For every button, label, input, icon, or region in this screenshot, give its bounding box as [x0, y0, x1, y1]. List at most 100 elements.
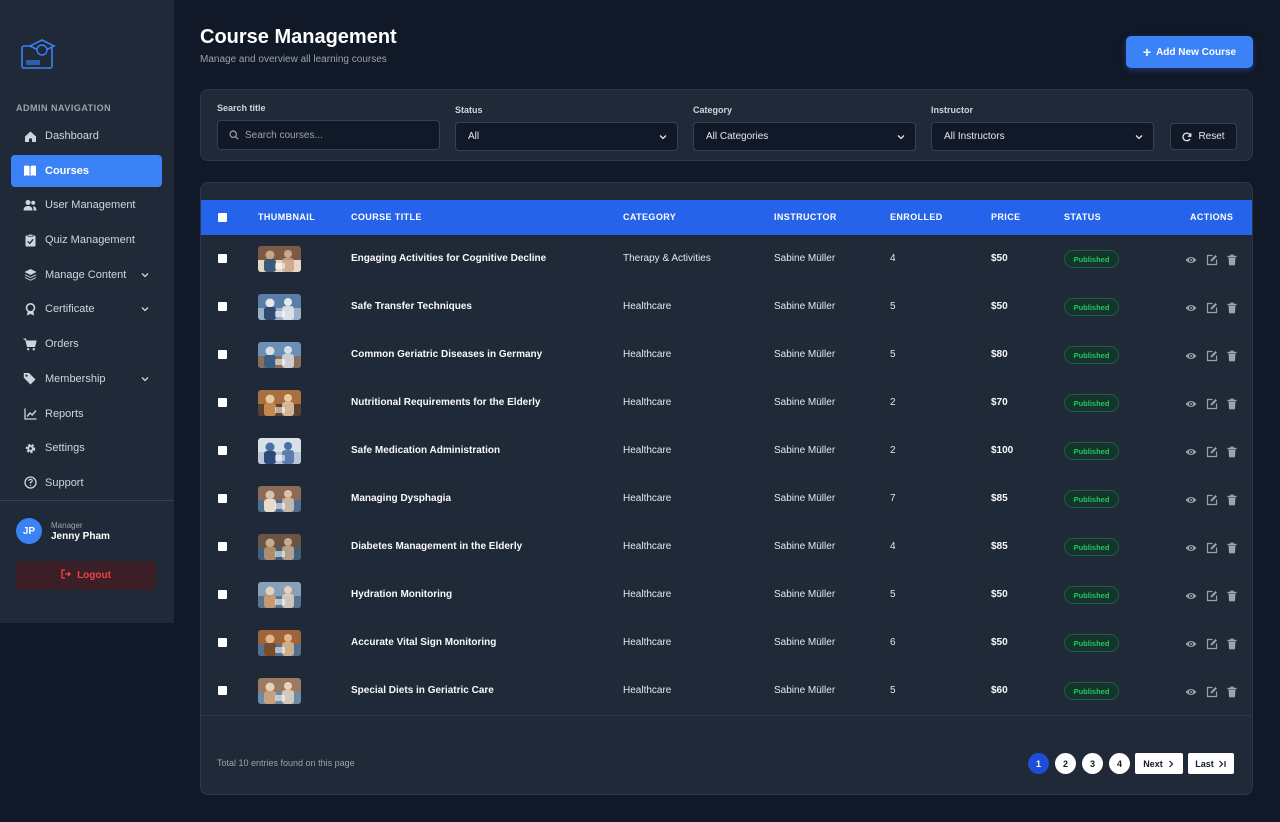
edit-icon[interactable] [1206, 541, 1218, 554]
row-checkbox[interactable] [218, 254, 227, 263]
course-title[interactable]: Engaging Activities for Cognitive Declin… [351, 235, 546, 283]
chevron-down-icon[interactable] [140, 304, 150, 314]
page-button-4[interactable]: 4 [1109, 753, 1130, 774]
select-all-checkbox[interactable] [218, 213, 227, 222]
course-thumbnail [258, 390, 301, 416]
column-header-instructor[interactable]: INSTRUCTOR [774, 200, 837, 235]
course-title[interactable]: Common Geriatric Diseases in Germany [351, 331, 542, 379]
edit-icon[interactable] [1206, 445, 1218, 458]
edit-icon[interactable] [1206, 301, 1218, 314]
sidebar-item-support[interactable]: Support [11, 467, 162, 499]
status-select-value: All [468, 131, 480, 142]
sidebar-item-certificate[interactable]: Certificate [11, 293, 162, 325]
eye-icon[interactable] [1185, 301, 1197, 313]
trash-icon[interactable] [1226, 397, 1238, 410]
eye-icon[interactable] [1185, 541, 1197, 553]
logo-icon[interactable] [20, 36, 56, 72]
edit-icon[interactable] [1206, 589, 1218, 602]
chevron-down-icon[interactable] [140, 374, 150, 384]
add-new-course-button[interactable]: + Add New Course [1126, 36, 1253, 68]
last-page-button[interactable]: Last [1188, 753, 1234, 774]
status-select[interactable]: All [455, 122, 678, 151]
row-checkbox[interactable] [218, 590, 227, 599]
row-checkbox[interactable] [218, 638, 227, 647]
trash-icon[interactable] [1226, 589, 1238, 602]
eye-icon[interactable] [1185, 397, 1197, 409]
edit-icon[interactable] [1206, 637, 1218, 650]
user-name: Jenny Pham [51, 530, 110, 542]
course-title[interactable]: Special Diets in Geriatric Care [351, 667, 494, 715]
trash-icon[interactable] [1226, 541, 1238, 554]
column-header-course-title[interactable]: COURSE TITLE [351, 200, 422, 235]
row-checkbox[interactable] [218, 302, 227, 311]
trash-icon[interactable] [1226, 445, 1238, 458]
layers-icon [23, 268, 37, 282]
search-input[interactable]: Search courses... [217, 120, 440, 150]
row-checkbox[interactable] [218, 350, 227, 359]
eye-icon[interactable] [1185, 445, 1197, 457]
reset-button[interactable]: Reset [1170, 123, 1237, 150]
sidebar-item-orders[interactable]: Orders [11, 328, 162, 360]
course-title[interactable]: Nutritional Requirements for the Elderly [351, 379, 540, 427]
column-header-enrolled[interactable]: ENROLLED [890, 200, 943, 235]
course-enrolled: 5 [890, 301, 896, 312]
eye-icon[interactable] [1185, 685, 1197, 697]
eye-icon[interactable] [1185, 253, 1197, 265]
course-title[interactable]: Safe Transfer Techniques [351, 283, 472, 331]
tag-icon [23, 372, 37, 386]
column-header-price[interactable]: PRICE [991, 200, 1021, 235]
sidebar-item-user-management[interactable]: User Management [11, 189, 162, 221]
course-title[interactable]: Diabetes Management in the Elderly [351, 523, 522, 571]
row-checkbox[interactable] [218, 686, 227, 695]
edit-icon[interactable] [1206, 397, 1218, 410]
trash-icon[interactable] [1226, 493, 1238, 506]
course-title[interactable]: Managing Dysphagia [351, 475, 451, 523]
sidebar-item-quiz-management[interactable]: Quiz Management [11, 224, 162, 256]
eye-icon[interactable] [1185, 637, 1197, 649]
course-thumbnail [258, 342, 301, 368]
course-category: Healthcare [623, 397, 672, 408]
sidebar-item-manage-content[interactable]: Manage Content [11, 259, 162, 291]
eye-icon[interactable] [1185, 589, 1197, 601]
course-title[interactable]: Safe Medication Administration [351, 427, 500, 475]
course-instructor: Sabine Müller [774, 301, 836, 312]
row-checkbox[interactable] [218, 398, 227, 407]
trash-icon[interactable] [1226, 253, 1238, 266]
sidebar-item-label: Quiz Management [45, 234, 135, 247]
course-title[interactable]: Accurate Vital Sign Monitoring [351, 619, 496, 667]
trash-icon[interactable] [1226, 685, 1238, 698]
course-price: $50 [991, 637, 1008, 648]
sidebar-item-membership[interactable]: Membership [11, 363, 162, 395]
column-header-status[interactable]: STATUS [1064, 200, 1101, 235]
eye-icon[interactable] [1185, 493, 1197, 505]
trash-icon[interactable] [1226, 637, 1238, 650]
edit-icon[interactable] [1206, 493, 1218, 506]
row-checkbox[interactable] [218, 446, 227, 455]
sidebar-item-dashboard[interactable]: Dashboard [11, 120, 162, 152]
sidebar-item-reports[interactable]: Reports [11, 398, 162, 430]
instructor-select[interactable]: All Instructors [931, 122, 1154, 151]
sidebar-item-label: Orders [45, 338, 79, 351]
trash-icon[interactable] [1226, 349, 1238, 362]
page-button-3[interactable]: 3 [1082, 753, 1103, 774]
edit-icon[interactable] [1206, 349, 1218, 362]
next-page-button[interactable]: Next [1135, 753, 1183, 774]
category-select[interactable]: All Categories [693, 122, 916, 151]
sidebar-item-settings[interactable]: Settings [11, 432, 162, 464]
row-checkbox[interactable] [218, 542, 227, 551]
column-header-category[interactable]: CATEGORY [623, 200, 676, 235]
edit-icon[interactable] [1206, 253, 1218, 266]
trash-icon[interactable] [1226, 301, 1238, 314]
sidebar-item-courses[interactable]: Courses [11, 154, 162, 187]
page-button-1[interactable]: 1 [1028, 753, 1049, 774]
logout-label: Logout [77, 570, 111, 581]
chevron-right-icon [1167, 760, 1175, 768]
edit-icon[interactable] [1206, 685, 1218, 698]
user-profile[interactable]: JP Manager Jenny Pham [16, 518, 110, 544]
page-button-2[interactable]: 2 [1055, 753, 1076, 774]
eye-icon[interactable] [1185, 349, 1197, 361]
course-title[interactable]: Hydration Monitoring [351, 571, 452, 619]
chevron-down-icon[interactable] [140, 270, 150, 280]
row-checkbox[interactable] [218, 494, 227, 503]
logout-button[interactable]: Logout [16, 561, 156, 590]
